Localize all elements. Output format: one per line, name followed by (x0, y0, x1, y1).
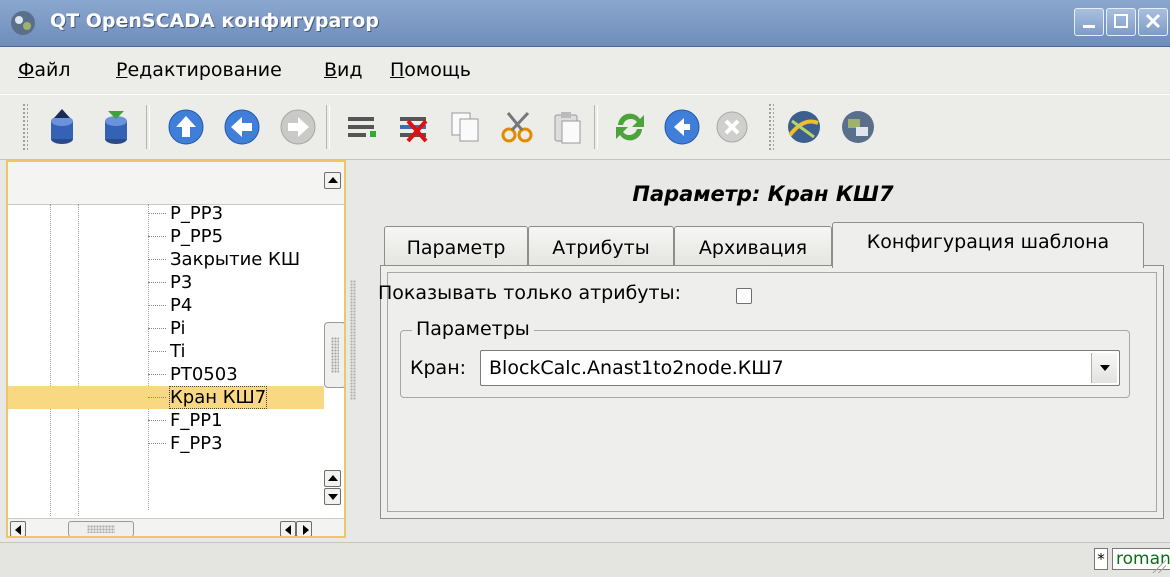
db-load-icon[interactable] (42, 107, 82, 147)
toolbar-grip[interactable] (22, 103, 28, 151)
tree-item[interactable]: Pi (148, 317, 185, 340)
combobox-dropdown-button[interactable] (1091, 353, 1117, 383)
kran-combobox[interactable]: BlockCalc.Anast1to2node.КШ7 (480, 350, 1120, 386)
tree-hscroll-thumb[interactable] (68, 521, 134, 536)
tree-item[interactable]: PT0503 (148, 363, 238, 386)
resize-grip[interactable] (1152, 559, 1166, 573)
menu-file[interactable]: Файл (18, 59, 71, 81)
app-icon (11, 11, 35, 35)
toolbar (0, 94, 1170, 160)
delete-item-icon[interactable] (394, 107, 434, 147)
add-item-icon[interactable] (342, 107, 382, 147)
tab-archiving[interactable]: Архивация (674, 226, 832, 266)
tree-scroll-up-button[interactable] (324, 470, 341, 487)
minimize-button[interactable] (1074, 8, 1104, 36)
maximize-button[interactable] (1106, 8, 1136, 36)
show-attributes-checkbox[interactable] (736, 288, 752, 304)
tree-item[interactable]: P_PP3 (148, 202, 223, 225)
kran-label: Кран: (410, 357, 467, 379)
tree-item[interactable]: Закрытие КШ (148, 248, 300, 271)
tab-attributes[interactable]: Атрибуты (528, 226, 674, 266)
status-bar: * roman (0, 542, 1170, 577)
tree-item[interactable]: F_PP3 (148, 432, 223, 455)
tree-item[interactable]: F_PP1 (148, 409, 223, 432)
tree-hscrollbar[interactable] (8, 518, 344, 536)
close-icon (1145, 13, 1161, 29)
toolbar-separator (326, 105, 330, 149)
tree-guide-line (78, 204, 79, 516)
object-tree[interactable]: P_PP3 P_PP5 Закрытие КШ P3 P4 Pi Ti PT05… (6, 160, 346, 538)
kran-combobox-value[interactable]: BlockCalc.Anast1to2node.КШ7 (489, 357, 784, 379)
menu-edit[interactable]: Редактирование (116, 59, 282, 81)
window-title: QT OpenSCADA конфигуратор (50, 10, 379, 32)
panel-title: Параметр: Кран КШ7 (632, 182, 894, 206)
tree-item-selected[interactable]: Кран КШ7 (8, 386, 324, 409)
close-button[interactable] (1138, 8, 1168, 36)
forward-icon[interactable] (278, 107, 318, 147)
remote-host-2-icon[interactable] (838, 107, 878, 147)
menu-bar: Файл Редактирование Вид Помощь (0, 47, 1170, 93)
toolbar-separator (594, 105, 598, 149)
tab-template-config[interactable]: Конфигурация шаблона (832, 222, 1144, 268)
toolbar-grip[interactable] (768, 103, 774, 151)
remote-host-icon[interactable] (784, 107, 824, 147)
parameter-panel: Параметр: Кран КШ7 Параметр Атрибуты Арх… (360, 160, 1166, 538)
menu-view[interactable]: Вид (324, 59, 363, 81)
tree-header[interactable] (8, 162, 344, 205)
up-icon[interactable] (166, 107, 206, 147)
pane-splitter[interactable] (350, 280, 356, 400)
parameters-group-title: Параметры (412, 318, 534, 340)
tree-guide-line (50, 204, 51, 516)
tree-item[interactable]: P3 (148, 271, 192, 294)
tree-scroll-left-button[interactable] (10, 521, 26, 536)
toolbar-separator (146, 105, 150, 149)
minimize-icon (1083, 25, 1095, 28)
tree-scroll-up-button[interactable] (324, 172, 341, 189)
show-attributes-label: Показывать только атрибуты: (378, 282, 682, 304)
back-icon[interactable] (222, 107, 262, 147)
db-save-icon[interactable] (96, 107, 136, 147)
menu-help[interactable]: Помощь (390, 59, 471, 81)
modified-indicator: * (1094, 548, 1108, 570)
stop-icon[interactable] (712, 107, 752, 147)
tree-item[interactable]: P4 (148, 294, 192, 317)
title-bar[interactable]: QT OpenSCADA конфигуратор (0, 0, 1170, 47)
tree-vscroll-thumb[interactable] (324, 322, 344, 388)
paste-icon[interactable] (548, 107, 588, 147)
chevron-down-icon (1099, 365, 1110, 371)
cut-icon[interactable] (498, 107, 538, 147)
start-icon[interactable] (662, 107, 702, 147)
main-window: QT OpenSCADA конфигуратор Файл Редактиро… (0, 0, 1170, 577)
refresh-icon[interactable] (610, 107, 650, 147)
tree-scroll-right-button[interactable] (296, 521, 312, 536)
tree-scroll-left-button[interactable] (280, 521, 296, 536)
tree-item[interactable]: Ti (148, 340, 185, 363)
copy-icon[interactable] (446, 107, 486, 147)
tab-parameter[interactable]: Параметр (384, 226, 528, 266)
maximize-icon (1114, 14, 1128, 28)
tree-item[interactable]: P_PP5 (148, 225, 223, 248)
tree-scroll-down-button[interactable] (324, 488, 341, 505)
